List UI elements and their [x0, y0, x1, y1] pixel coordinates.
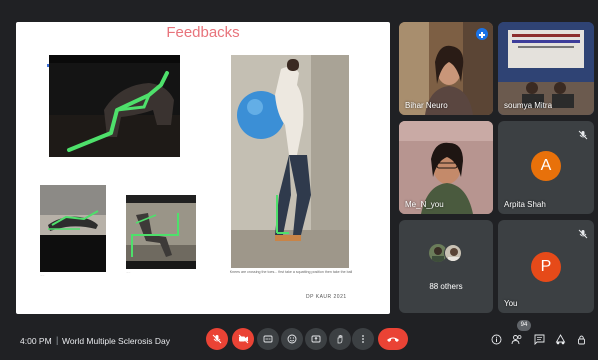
more-vert-icon [362, 335, 364, 343]
presentation-slide: Feedbacks ...... ...... Knees are crossi… [16, 22, 390, 314]
captions-button[interactable] [257, 328, 279, 350]
meeting-title: World Multiple Sclerosis Day [62, 336, 171, 346]
emoji-icon [287, 334, 297, 344]
mic-off-icon [578, 226, 588, 239]
info-icon [491, 334, 501, 344]
participant-avatar: A [531, 151, 561, 181]
participant-name: soumya Mitra [504, 101, 553, 110]
participant-tile-you[interactable]: P You [498, 220, 594, 313]
others-count-label: 88 others [429, 282, 463, 291]
raise-hand-button[interactable] [329, 328, 351, 350]
meeting-separator: | [56, 335, 59, 345]
chat-button[interactable] [532, 332, 546, 346]
camera-off-icon [238, 334, 248, 344]
mic-off-icon [212, 334, 222, 344]
participant-name: You [504, 299, 518, 308]
slide-title: Feedbacks [166, 24, 240, 41]
slide-caption: Knees are crossing the toes... first tak… [229, 270, 353, 274]
camera-toggle-button[interactable] [232, 328, 254, 350]
pin-icon[interactable] [476, 28, 488, 40]
exercise-photo-wall-sit [126, 195, 196, 269]
others-avatar-2 [444, 244, 462, 262]
leave-call-button[interactable] [378, 328, 408, 350]
exercise-photo-ball-squat [231, 55, 349, 268]
participant-count-badge: 94 [517, 320, 531, 331]
participant-avatar: P [531, 252, 561, 282]
emoji-button[interactable] [281, 328, 303, 350]
bottom-control-bar: 4:00 PM | World Multiple Sclerosis Day 9… [0, 318, 598, 360]
present-button[interactable] [305, 328, 327, 350]
participant-name: Bihar Neuro [405, 101, 448, 110]
participant-tile-bihar-neuro[interactable]: Bihar Neuro [399, 22, 493, 115]
people-icon [511, 334, 522, 344]
chat-icon [534, 334, 544, 345]
host-controls-button[interactable] [574, 332, 588, 346]
mic-toggle-button[interactable] [206, 328, 228, 350]
exercise-photo-quadruped [49, 55, 180, 157]
more-options-button[interactable] [352, 328, 374, 350]
activities-button[interactable] [553, 332, 567, 346]
photo-caption-left: ...... [40, 274, 45, 277]
end-call-icon [387, 337, 399, 342]
present-screen-icon [311, 335, 321, 343]
activities-icon [555, 333, 565, 344]
slide-signature: DP KAUR 2021 [306, 294, 347, 300]
lock-person-icon [577, 335, 585, 344]
photo-caption-middle: ...... [126, 271, 131, 274]
participant-name: Me_N_you [405, 200, 444, 209]
participant-tile-me-n-you[interactable]: Me_N_you [399, 121, 493, 214]
participant-tile-arpita-shah[interactable]: A Arpita Shah [498, 121, 594, 214]
participant-tile-soumya-mitra[interactable]: soumya Mitra [498, 22, 594, 115]
exercise-photo-plank [40, 185, 106, 272]
meeting-time: 4:00 PM [20, 336, 52, 346]
participant-name: Arpita Shah [504, 200, 546, 209]
captions-icon [263, 335, 273, 343]
participant-tile-others[interactable]: 88 others [399, 220, 493, 313]
people-button[interactable] [510, 332, 524, 346]
mic-off-icon [578, 127, 588, 140]
hand-icon [337, 335, 343, 344]
meeting-details-button[interactable] [489, 332, 503, 346]
